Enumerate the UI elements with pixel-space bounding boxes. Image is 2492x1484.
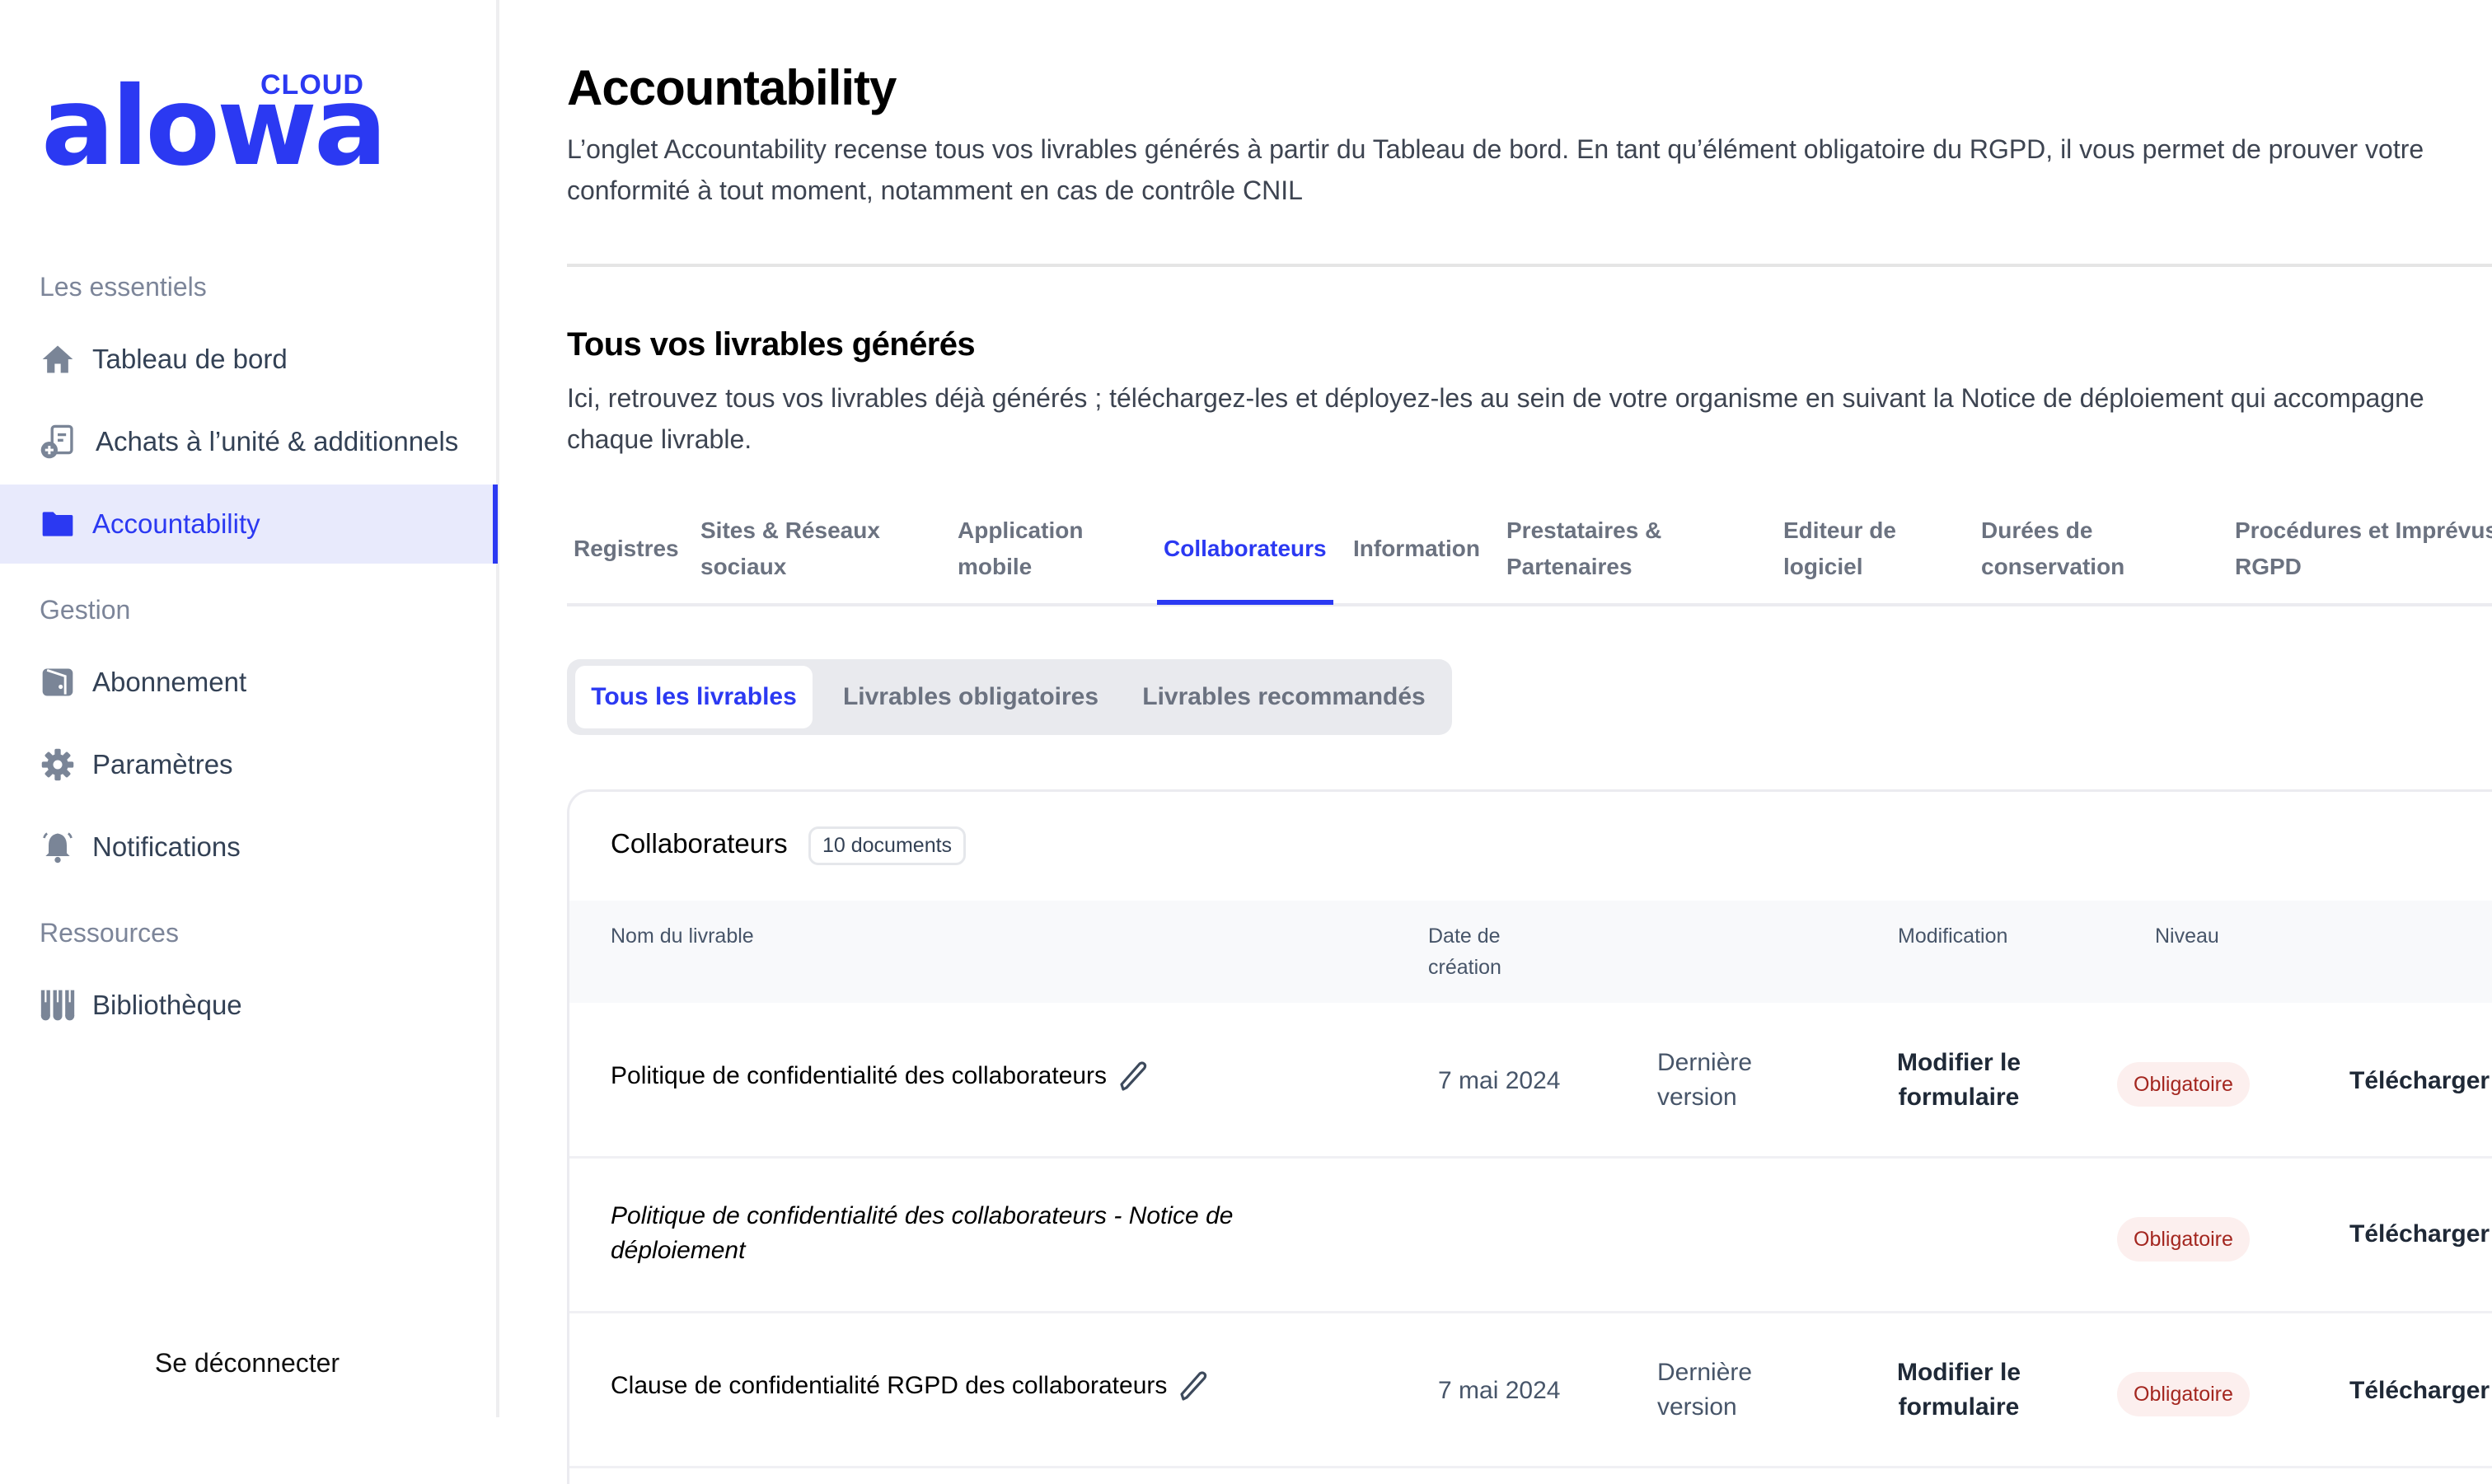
download-button[interactable]: Télécharger bbox=[2349, 1374, 2490, 1408]
divider bbox=[567, 264, 2492, 267]
header-level: Niveau bbox=[2155, 925, 2219, 948]
sidebar-item-notifications[interactable]: Notifications bbox=[0, 808, 494, 887]
sidebar: CLOUD alowa Les essentiels Tableau de bo… bbox=[0, 0, 499, 1417]
logo-wordmark: alowa bbox=[41, 63, 387, 190]
library-icon bbox=[40, 987, 76, 1023]
table-row: Politique de confidentialité des collabo… bbox=[569, 1003, 2492, 1159]
page-title: Accountability bbox=[567, 60, 897, 115]
deliverable-name: Politique de confidentialité des collabo… bbox=[611, 1202, 1234, 1264]
deliverable-name-text: Clause de confidentialité RGPD des colla… bbox=[611, 1372, 1168, 1399]
gear-icon bbox=[40, 747, 76, 783]
modify-form-button[interactable]: Modifier le formulaire bbox=[1855, 1046, 2063, 1115]
sidebar-item-accountability[interactable]: Accountability bbox=[0, 485, 498, 564]
tab-prestataires-partenaires[interactable]: Prestataires & Partenaires bbox=[1506, 494, 1688, 603]
creation-date: 7 mai 2024 bbox=[1438, 1067, 1561, 1094]
version-status: Dernière version bbox=[1657, 1359, 1753, 1421]
download-button[interactable]: Télécharger bbox=[2349, 1064, 2490, 1098]
header-name: Nom du livrable bbox=[611, 925, 754, 948]
tab-procedures-imprevus-rgpd[interactable]: Procédures et Imprévus RGPD bbox=[2235, 494, 2492, 603]
deliverable-filter: Tous les livrables Livrables obligatoire… bbox=[567, 659, 1452, 735]
sidebar-item-bibliotheque[interactable]: Bibliothèque bbox=[0, 966, 494, 1045]
deliverables-table: Collaborateurs 10 documents Nom du livra… bbox=[567, 789, 2492, 1484]
sidebar-item-achats[interactable]: Achats à l’unité & additionnels bbox=[0, 402, 494, 481]
deliverable-name: Politique de confidentialité des collabo… bbox=[611, 1059, 1150, 1093]
section-title: Tous vos livrables générés bbox=[567, 326, 976, 363]
sidebar-item-abonnement[interactable]: Abonnement bbox=[0, 643, 494, 722]
deliverable-name-text: Politique de confidentialité des collabo… bbox=[611, 1062, 1108, 1089]
section-title-gestion: Gestion bbox=[40, 595, 131, 625]
folder-icon bbox=[40, 506, 76, 542]
level-badge: Obligatoire bbox=[2117, 1062, 2250, 1107]
sidebar-item-label: Accountability bbox=[92, 508, 260, 539]
section-description: Ici, retrouvez tous vos livrables déjà g… bbox=[567, 383, 2424, 454]
sidebar-item-tableau-de-bord[interactable]: Tableau de bord bbox=[0, 320, 494, 399]
document-count-badge: 10 documents bbox=[808, 826, 967, 865]
category-tabs: Registres Sites & Réseaux sociaux Applic… bbox=[567, 494, 2492, 606]
section-title-ressources: Ressources bbox=[40, 918, 179, 948]
tab-editeur-de-logiciel[interactable]: Editeur de logiciel bbox=[1783, 494, 1932, 603]
creation-date: 7 mai 2024 bbox=[1438, 1377, 1561, 1404]
table-header: Nom du livrable Date de création Modific… bbox=[569, 901, 2492, 1003]
download-button[interactable]: Télécharger bbox=[2349, 1217, 2490, 1252]
sidebar-item-label: Notifications bbox=[92, 831, 241, 862]
sidebar-item-label: Tableau de bord bbox=[92, 344, 288, 374]
pencil-edit-icon[interactable] bbox=[1177, 1369, 1210, 1402]
tab-durees-de-conservation[interactable]: Durées de conservation bbox=[1981, 494, 2146, 603]
table-row: Politique de confidentialité des collabo… bbox=[569, 1158, 2492, 1313]
sidebar-item-parametres[interactable]: Paramètres bbox=[0, 725, 494, 804]
bell-icon bbox=[40, 829, 76, 865]
sidebar-item-label: Abonnement bbox=[92, 667, 247, 697]
logout-button[interactable]: Se déconnecter bbox=[0, 1348, 494, 1379]
sidebar-item-label: Bibliothèque bbox=[92, 990, 242, 1020]
header-modification: Modification bbox=[1898, 925, 2008, 948]
tab-sites-reseaux-sociaux[interactable]: Sites & Réseaux sociaux bbox=[700, 494, 898, 603]
filter-livrables-obligatoires[interactable]: Livrables obligatoires bbox=[824, 666, 1117, 728]
document-add-icon bbox=[40, 424, 76, 460]
home-icon bbox=[40, 341, 76, 377]
alowa-cloud-logo[interactable]: CLOUD alowa bbox=[41, 36, 387, 185]
table-row: Clause de confidentialité RGPD des colla… bbox=[569, 1313, 2492, 1468]
filter-livrables-recommandes[interactable]: Livrables recommandés bbox=[1127, 666, 1440, 728]
section-title-essentiels: Les essentiels bbox=[40, 272, 207, 302]
tab-information[interactable]: Information bbox=[1353, 494, 1480, 603]
version-status: Dernière version bbox=[1657, 1049, 1753, 1111]
pencil-edit-icon[interactable] bbox=[1117, 1060, 1150, 1093]
header-date: Date de création bbox=[1428, 925, 1501, 979]
tab-application-mobile[interactable]: Application mobile bbox=[958, 494, 1122, 603]
page-intro: L’onglet Accountability recense tous vos… bbox=[567, 134, 2424, 205]
table-title: Collaborateurs bbox=[611, 828, 788, 859]
sidebar-item-label: Achats à l’unité & additionnels bbox=[96, 426, 459, 456]
deliverable-name: Clause de confidentialité RGPD des colla… bbox=[611, 1369, 1210, 1403]
sidebar-item-label: Paramètres bbox=[92, 749, 233, 779]
level-badge: Obligatoire bbox=[2117, 1372, 2250, 1416]
tab-registres[interactable]: Registres bbox=[574, 494, 679, 603]
modify-form-button[interactable]: Modifier le formulaire bbox=[1855, 1355, 2063, 1425]
level-badge: Obligatoire bbox=[2117, 1217, 2250, 1262]
tab-collaborateurs[interactable]: Collaborateurs bbox=[1157, 494, 1333, 605]
filter-tous-les-livrables[interactable]: Tous les livrables bbox=[575, 666, 813, 728]
wallet-icon bbox=[40, 664, 76, 700]
